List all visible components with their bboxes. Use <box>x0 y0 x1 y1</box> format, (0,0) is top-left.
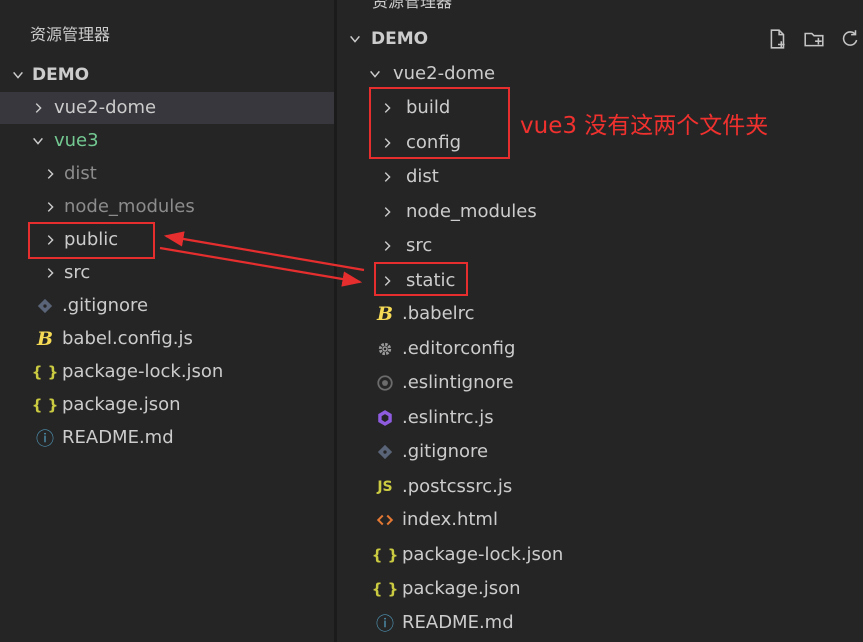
folder-label: src <box>406 235 433 256</box>
file-package-json[interactable]: { } package.json <box>0 389 334 421</box>
file-package-lock-json[interactable]: { } package-lock.json <box>0 356 334 388</box>
file-eslintrc[interactable]: .eslintrc.js <box>337 402 863 434</box>
file-label: .babelrc <box>402 303 475 324</box>
chevron-right-icon <box>28 98 48 118</box>
annotation-note: vue3 没有这两个文件夹 <box>520 113 769 139</box>
file-label: package.json <box>402 578 521 599</box>
file-label: babel.config.js <box>62 328 193 349</box>
babel-icon: B <box>36 328 54 350</box>
chevron-right-icon <box>377 236 397 256</box>
file-label: .postcssrc.js <box>402 476 513 497</box>
folder-label: node_modules <box>406 201 537 222</box>
folder-dist[interactable]: dist <box>0 158 334 190</box>
info-icon: ⓘ <box>376 614 394 635</box>
file-label: index.html <box>402 509 498 530</box>
folder-src[interactable]: src <box>0 257 334 289</box>
chevron-right-icon <box>40 263 60 283</box>
folder-label: vue2-dome <box>393 63 496 84</box>
folder-label: dist <box>64 163 97 184</box>
root-label: DEMO <box>371 29 429 49</box>
file-label: package-lock.json <box>402 544 564 565</box>
file-package-json[interactable]: { } package.json <box>337 573 863 605</box>
file-gitignore[interactable]: .gitignore <box>337 436 863 468</box>
folder-static[interactable]: static <box>337 265 863 297</box>
folder-label: public <box>64 229 119 250</box>
file-label: README.md <box>62 427 174 448</box>
folder-dist[interactable]: dist <box>337 161 863 193</box>
file-babelrc[interactable]: B .babelrc <box>337 298 863 330</box>
file-label: .eslintrc.js <box>402 407 494 428</box>
chevron-right-icon <box>40 230 60 250</box>
folder-node-modules[interactable]: node_modules <box>337 196 863 228</box>
folder-label: dist <box>406 166 439 187</box>
chevron-right-icon <box>377 98 397 118</box>
folder-vue3[interactable]: vue3 <box>0 125 334 157</box>
chevron-right-icon <box>377 167 397 187</box>
folder-label: vue2-dome <box>54 97 157 118</box>
gear-icon <box>374 338 396 360</box>
chevron-down-icon <box>28 131 48 151</box>
folder-public[interactable]: public <box>0 224 334 256</box>
root-folder-demo[interactable]: DEMO <box>0 59 334 91</box>
chevron-right-icon <box>40 197 60 217</box>
file-label: README.md <box>402 612 514 633</box>
git-icon <box>374 441 396 463</box>
eslint-icon <box>374 407 396 429</box>
file-index-html[interactable]: index.html <box>337 504 863 536</box>
file-label: .gitignore <box>62 295 149 316</box>
explorer-title: 资源管理器 <box>30 25 111 44</box>
folder-node-modules[interactable]: node_modules <box>0 191 334 223</box>
file-eslintignore[interactable]: .eslintignore <box>337 367 863 399</box>
folder-label: node_modules <box>64 196 195 217</box>
file-package-lock-json[interactable]: { } package-lock.json <box>337 539 863 571</box>
chevron-right-icon <box>377 271 397 291</box>
json-icon: { } <box>31 363 59 381</box>
root-label: DEMO <box>32 65 90 85</box>
explorer-title: 资源管理器 <box>372 0 453 11</box>
file-label: package.json <box>62 394 181 415</box>
js-icon: JS <box>377 479 393 495</box>
folder-label: static <box>406 270 456 291</box>
right-explorer-panel: 资源管理器 DEMO vue2-dome build config dist n… <box>337 0 863 642</box>
folder-label: vue3 <box>54 130 99 151</box>
chevron-down-icon <box>345 29 365 49</box>
file-gitignore[interactable]: .gitignore <box>0 290 334 322</box>
chevron-right-icon <box>377 202 397 222</box>
chevron-down-icon <box>8 65 28 85</box>
folder-vue2-dome[interactable]: vue2-dome <box>0 92 334 124</box>
file-label: .gitignore <box>402 441 489 462</box>
json-icon: { } <box>31 396 59 414</box>
folder-label: src <box>64 262 91 283</box>
file-label: .editorconfig <box>402 338 516 359</box>
folder-src[interactable]: src <box>337 230 863 262</box>
folder-vue2-dome[interactable]: vue2-dome <box>337 58 863 90</box>
eslint-ignore-icon <box>374 372 396 394</box>
file-postcssrc[interactable]: JS .postcssrc.js <box>337 471 863 503</box>
file-babel-config[interactable]: B babel.config.js <box>0 323 334 355</box>
file-label: .eslintignore <box>402 372 514 393</box>
file-label: package-lock.json <box>62 361 224 382</box>
html-icon <box>374 509 396 531</box>
left-explorer-panel: 资源管理器 DEMO vue2-dome vue3 dist node_modu… <box>0 0 334 642</box>
file-editorconfig[interactable]: .editorconfig <box>337 333 863 365</box>
file-readme[interactable]: ⓘ README.md <box>337 607 863 639</box>
chevron-right-icon <box>40 164 60 184</box>
babel-icon: B <box>376 303 394 325</box>
json-icon: { } <box>371 580 399 598</box>
chevron-right-icon <box>377 133 397 153</box>
file-readme[interactable]: ⓘ README.md <box>0 422 334 454</box>
folder-label: build <box>406 97 451 118</box>
json-icon: { } <box>371 546 399 564</box>
root-folder-demo[interactable]: DEMO <box>337 23 863 55</box>
git-icon <box>34 295 56 317</box>
folder-label: config <box>406 132 462 153</box>
info-icon: ⓘ <box>36 429 54 450</box>
chevron-down-icon <box>365 64 385 84</box>
